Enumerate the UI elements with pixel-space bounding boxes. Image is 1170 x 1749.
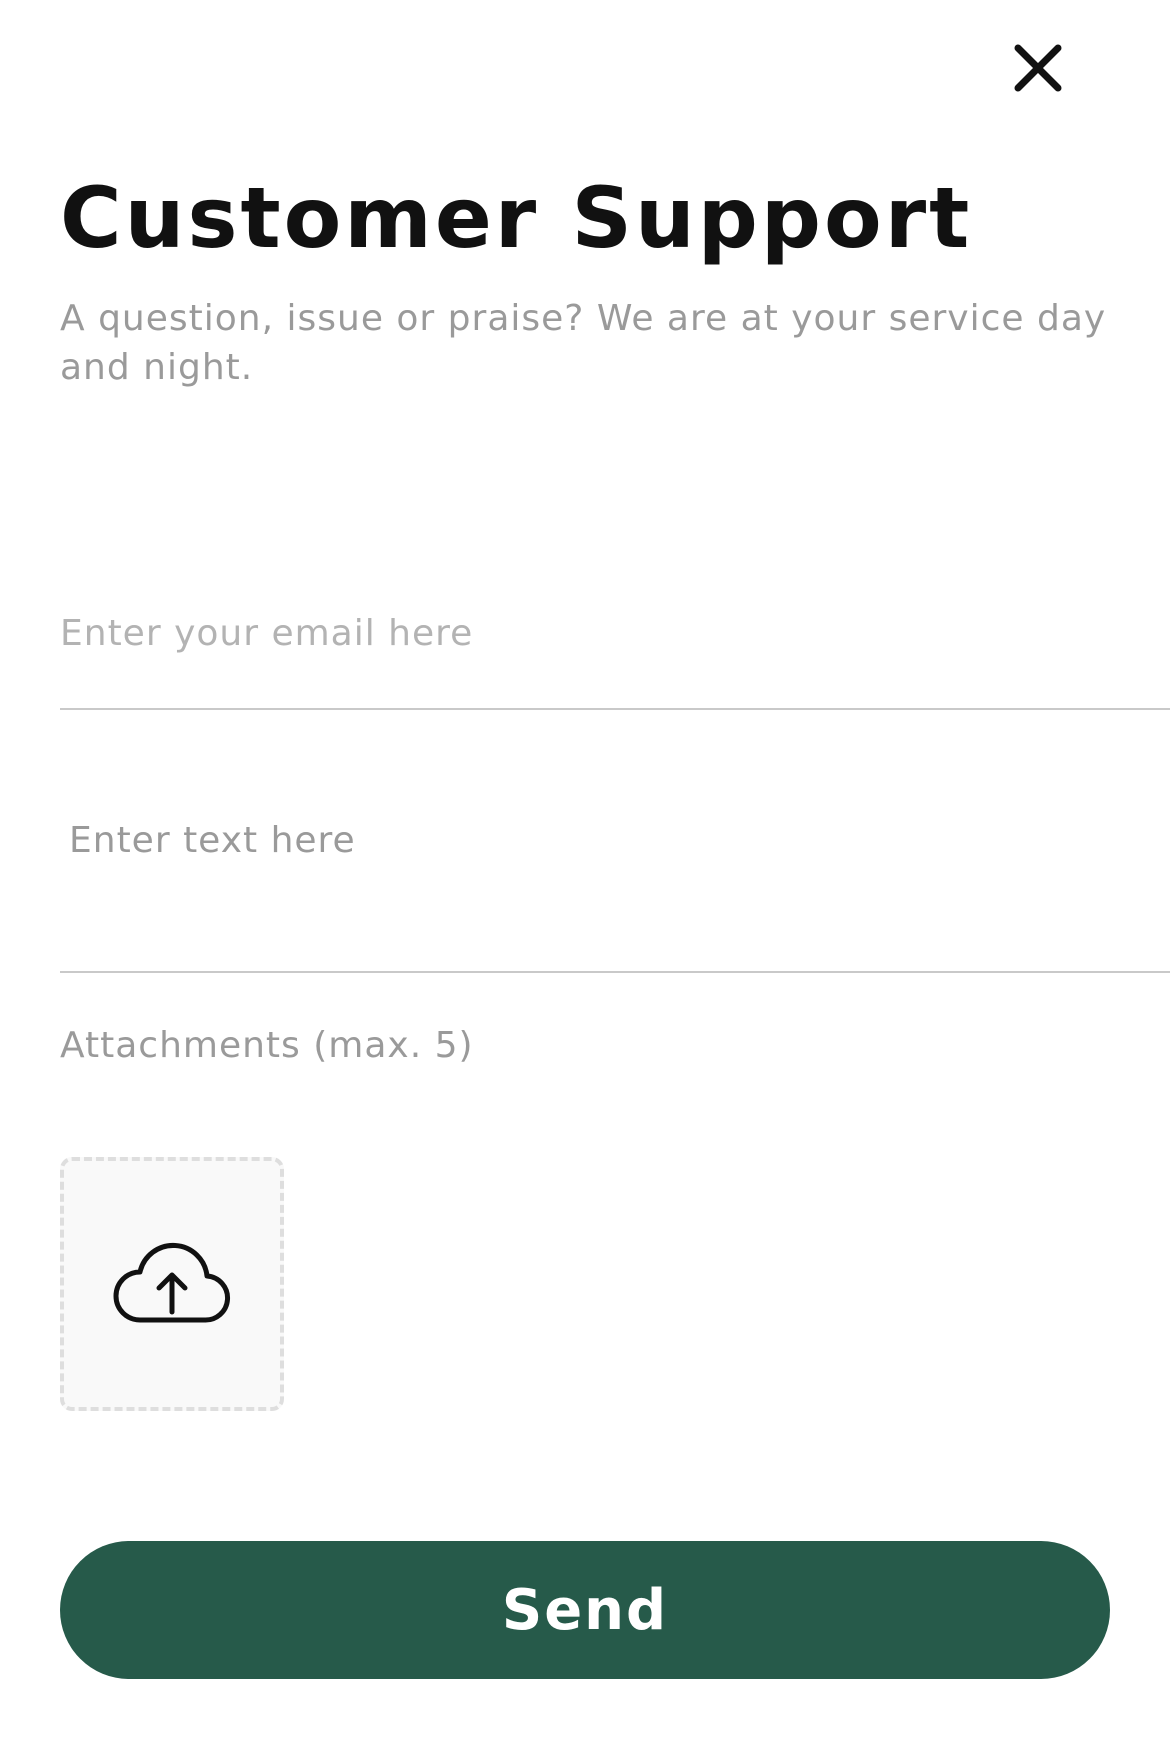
send-button[interactable]: Send [60, 1541, 1110, 1679]
close-icon [1014, 44, 1062, 92]
page-subtitle: A question, issue or praise? We are at y… [60, 298, 1107, 388]
close-button[interactable] [1000, 30, 1076, 106]
attachments-label: Attachments (max. 5) [60, 1025, 474, 1066]
email-field[interactable] [60, 546, 1170, 710]
attachment-upload-button[interactable] [60, 1157, 284, 1411]
page-title: Customer Support [60, 169, 973, 267]
message-field[interactable] [60, 800, 1170, 973]
cloud-upload-icon [112, 1242, 232, 1326]
